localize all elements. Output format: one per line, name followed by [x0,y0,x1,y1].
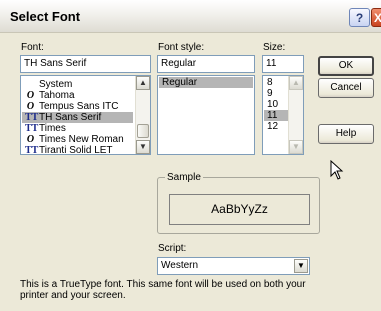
font-input[interactable]: TH Sans Serif [20,55,151,73]
font-list-item[interactable]: TTTiranti Solid LET [22,145,133,155]
font-style-item-selected[interactable]: Regular [159,77,253,88]
scroll-down-arrow-icon[interactable]: ▼ [136,140,150,154]
size-label: Size: [263,42,286,53]
font-list-item[interactable]: TTTimes [22,123,133,134]
size-list-item[interactable]: 8 [264,77,288,88]
opentype-icon: O [26,101,35,112]
font-list-item[interactable]: O Tempus Sans ITC [22,101,133,112]
dialog-title: Select Font [10,9,81,24]
size-list-scrollbar[interactable]: ▲ ▼ [288,76,303,154]
truetype-icon: TT [25,112,39,123]
size-list-item[interactable]: 10 [264,99,288,110]
font-list-item[interactable]: O Times New Roman [22,134,133,145]
truetype-icon: TT [25,145,39,155]
opentype-icon: O [26,134,35,145]
script-select-value: Western [161,260,199,271]
size-input[interactable]: 11 [262,55,304,73]
font-style-input[interactable]: Regular [157,55,255,73]
chevron-down-icon[interactable]: ▼ [294,259,308,273]
scroll-up-arrow-icon[interactable]: ▲ [289,76,303,90]
size-list-item[interactable]: 9 [264,88,288,99]
truetype-icon: TT [25,123,39,134]
opentype-icon: O [26,90,35,101]
font-list-scrollbar[interactable]: ▲ ▼ [135,76,150,154]
size-list-item-selected[interactable]: 11 [264,110,288,121]
title-bar: Select Font ? X [0,0,381,33]
title-help-button[interactable]: ? [349,8,370,27]
cancel-button[interactable]: Cancel [318,78,374,98]
font-style-list[interactable]: Regular [157,75,255,155]
font-description: This is a TrueType font. This same font … [20,279,306,301]
font-style-label: Font style: [158,42,205,53]
ok-button[interactable]: OK [318,56,374,76]
sample-preview: AaBbYyZz [169,194,310,225]
sample-label: Sample [165,172,203,183]
font-list-item-selected[interactable]: TTTH Sans Serif [22,112,133,123]
size-list[interactable]: 8 9 10 11 12 ▲ ▼ [262,75,304,155]
scroll-up-arrow-icon[interactable]: ▲ [136,76,150,90]
font-list-item[interactable]: O Tahoma [22,90,133,101]
size-list-item[interactable]: 12 [264,121,288,132]
font-list-item[interactable]: System [22,79,133,90]
font-list[interactable]: System O Tahoma O Tempus Sans ITC TTTH San… [20,75,151,155]
scroll-thumb[interactable] [137,124,149,138]
title-close-button[interactable]: X [371,8,381,27]
script-select[interactable]: Western ▼ [157,257,310,275]
mouse-pointer-icon [330,160,344,180]
scroll-down-arrow-icon[interactable]: ▼ [289,140,303,154]
font-label: Font: [21,42,44,53]
help-button[interactable]: Help [318,124,374,144]
script-label: Script: [158,243,187,254]
